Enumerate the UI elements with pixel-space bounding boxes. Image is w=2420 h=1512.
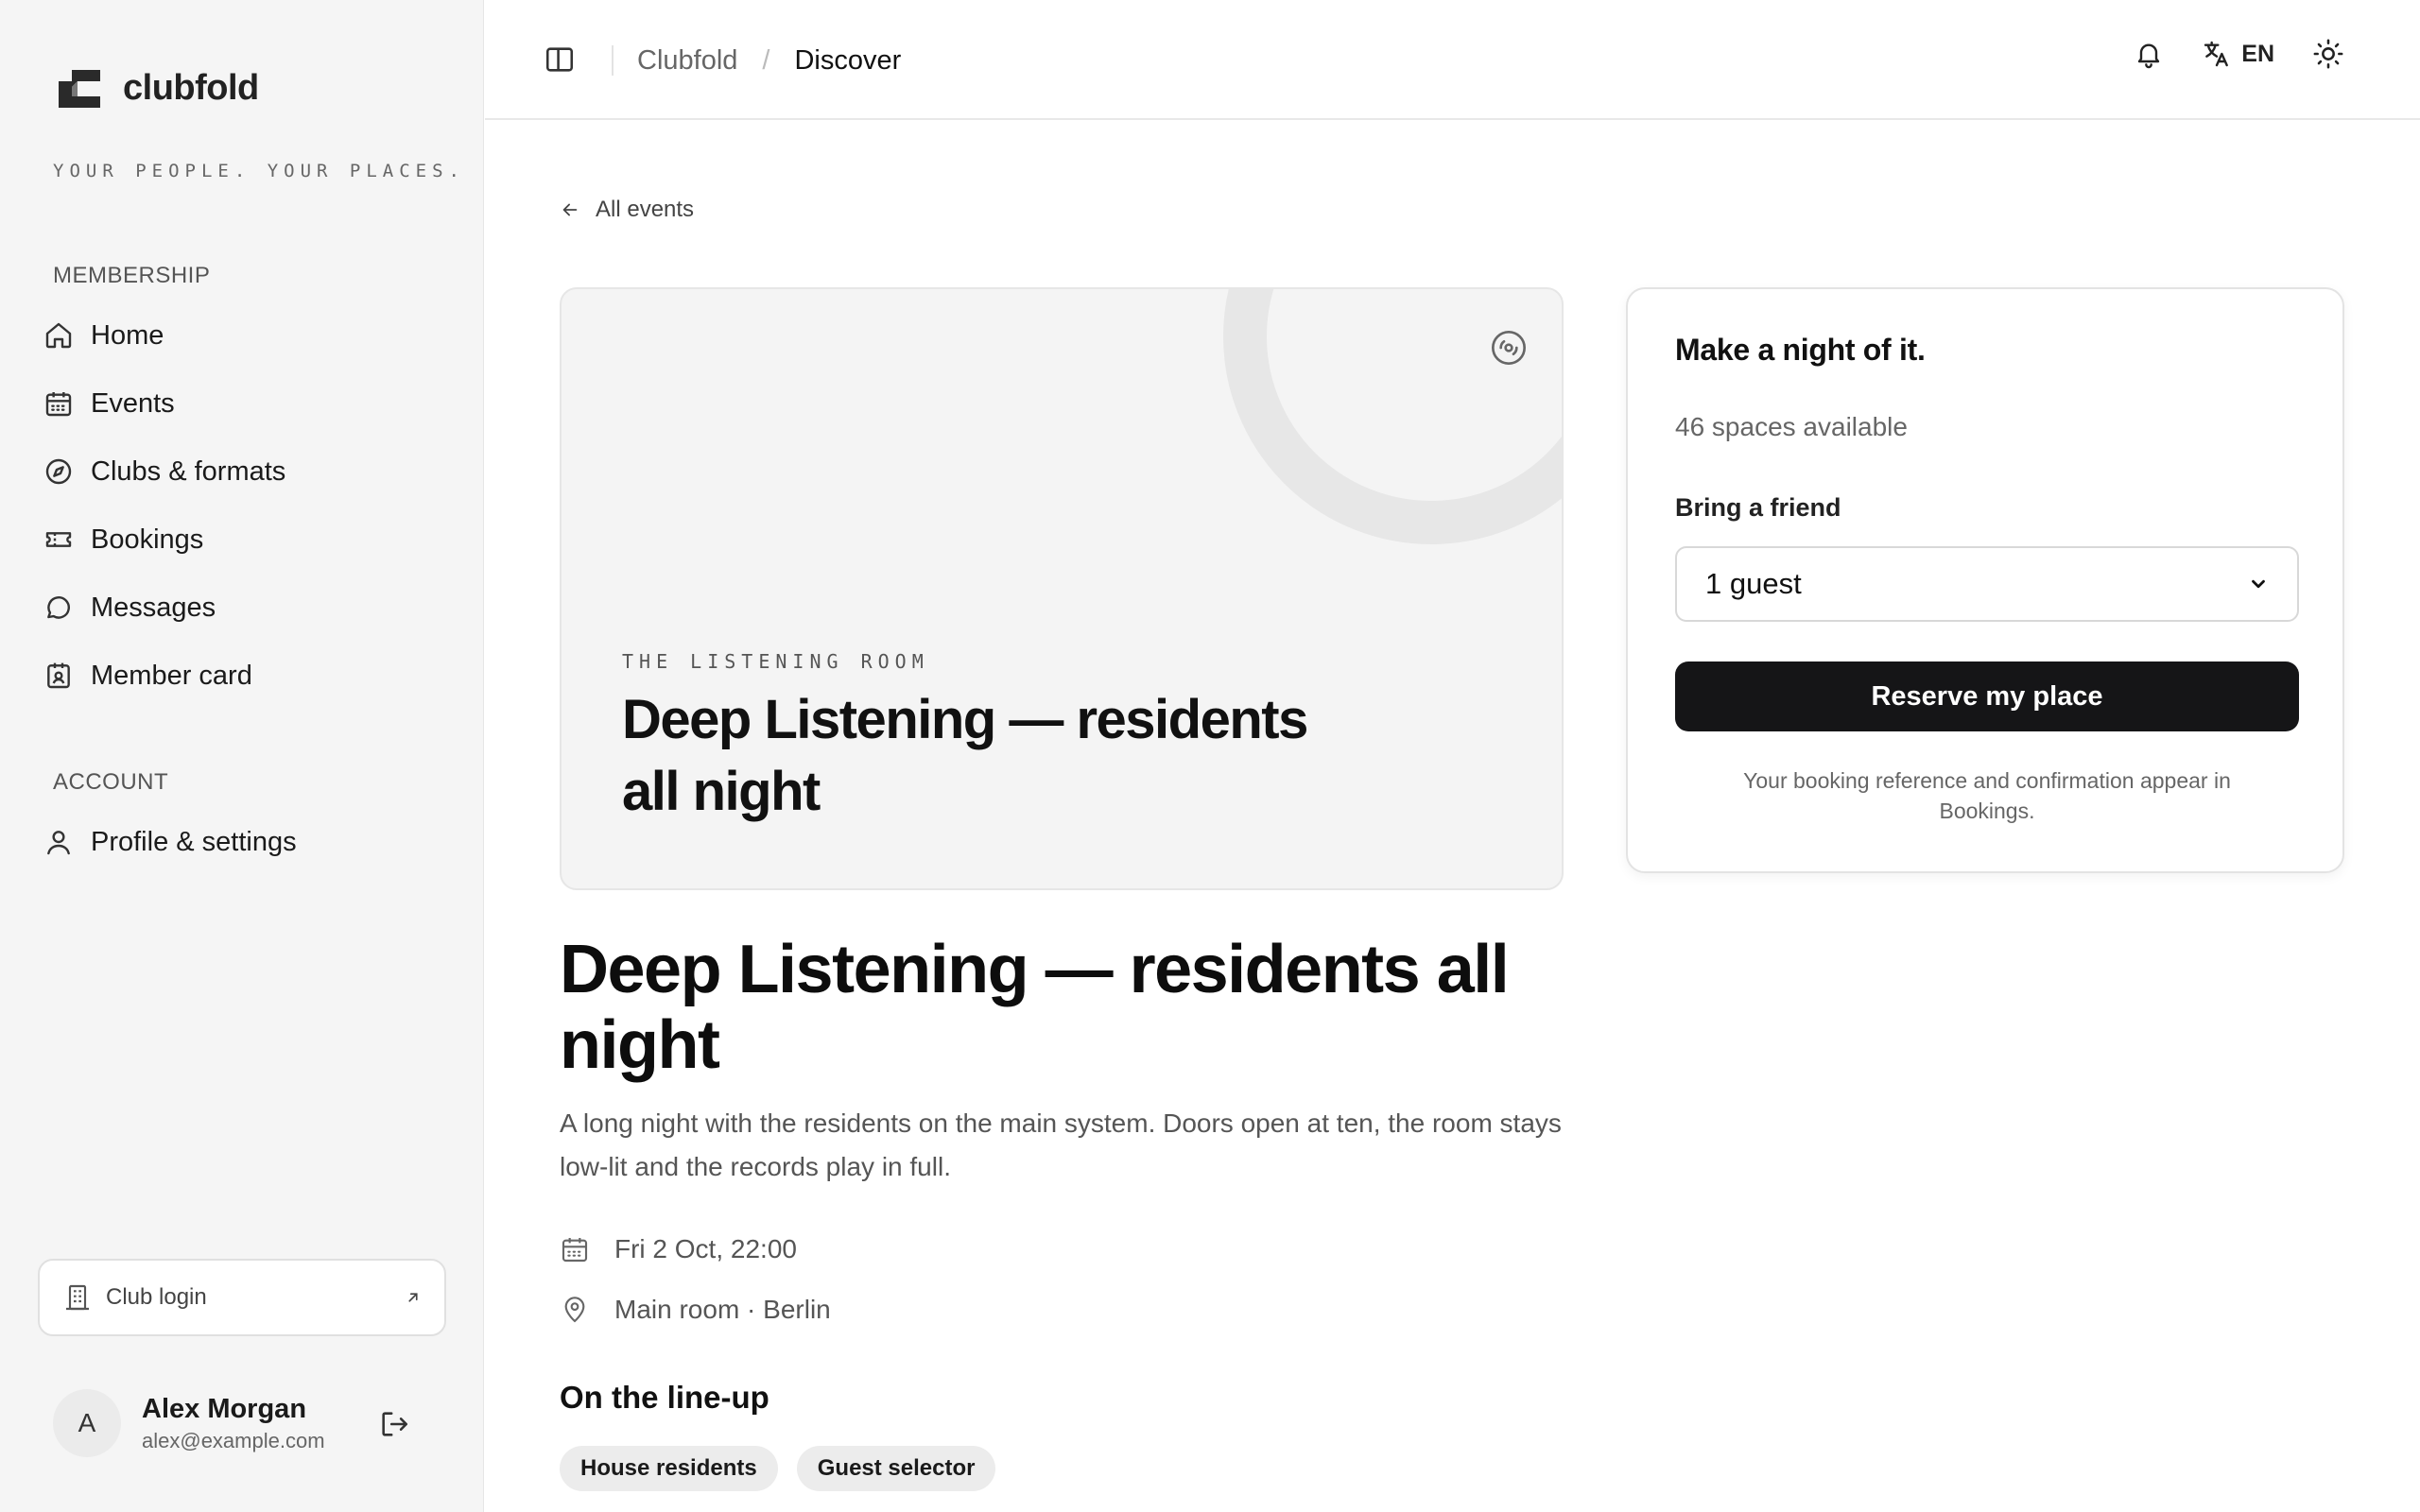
hero-title: Deep Listening — residents all night	[622, 689, 1308, 822]
notifications-button[interactable]	[2134, 39, 2164, 69]
booking-title: Make a night of it.	[1675, 333, 1926, 367]
sidebar-item-label: Member card	[91, 660, 252, 691]
breadcrumb-clubfold[interactable]: Clubfold	[637, 45, 737, 77]
topbar-divider	[612, 45, 614, 76]
club-login-label: Club login	[106, 1284, 207, 1310]
sun-icon	[2312, 38, 2344, 70]
event-hero: THE LISTENING ROOM Deep Listening — resi…	[560, 287, 1564, 890]
sidebar-item-profile[interactable]: Profile & settings	[43, 816, 297, 868]
sidebar-item-clubs[interactable]: Clubs & formats	[43, 446, 285, 497]
event-datetime: Fri 2 Oct, 22:00	[560, 1234, 797, 1264]
brand-name: clubfold	[123, 68, 259, 108]
calendar-icon	[560, 1234, 590, 1264]
clubfold-logo-icon	[59, 69, 100, 108]
id-card-icon	[43, 661, 74, 691]
guest-select-value: 1 guest	[1705, 567, 1802, 600]
breadcrumb-separator: /	[762, 45, 770, 76]
sidebar-item-label: Messages	[91, 592, 216, 623]
map-pin-icon	[560, 1295, 590, 1325]
lineup-chip: House residents	[560, 1446, 778, 1491]
logout-icon	[378, 1408, 410, 1440]
spaces-available: 46 spaces available	[1675, 412, 1908, 441]
topbar-actions: EN	[2134, 38, 2344, 70]
user-email: alex@example.com	[142, 1428, 325, 1452]
breadcrumb: Clubfold / Discover	[637, 45, 901, 77]
event-description: A long night with the residents on the m…	[560, 1108, 1562, 1181]
section-label-account: ACCOUNT	[53, 769, 169, 795]
sidebar-item-member-card[interactable]: Member card	[43, 650, 252, 701]
disc-icon	[1490, 329, 1528, 367]
back-to-events-link[interactable]: All events	[560, 197, 694, 223]
event-location: Main room · Berlin	[560, 1295, 831, 1325]
chevron-down-icon	[2248, 574, 2269, 594]
theme-toggle-button[interactable]	[2312, 38, 2344, 70]
event-location-text: Main room · Berlin	[614, 1295, 831, 1324]
sidebar-item-messages[interactable]: Messages	[43, 582, 216, 633]
lineup-list: House residents Guest selector	[560, 1446, 996, 1491]
language-label: EN	[2241, 40, 2274, 67]
booking-card: Make a night of it. 46 spaces available …	[1626, 287, 2344, 873]
back-label: All events	[596, 197, 695, 222]
booking-note: Your booking reference and confirmation …	[1743, 768, 2231, 823]
club-login-button[interactable]: Club login	[38, 1259, 446, 1336]
bell-icon	[2134, 39, 2164, 69]
logout-button[interactable]	[378, 1408, 410, 1440]
sidebar-item-label: Events	[91, 387, 175, 419]
user-profile[interactable]: A Alex Morgan alex@example.com	[53, 1389, 325, 1457]
sidebar-item-home[interactable]: Home	[43, 310, 164, 361]
sidebar-toggle-button[interactable]	[544, 43, 576, 76]
calendar-icon	[43, 388, 74, 419]
sidebar-item-label: Clubs & formats	[91, 455, 286, 487]
sidebar-item-bookings[interactable]: Bookings	[43, 514, 203, 565]
hero-kicker: THE LISTENING ROOM	[622, 650, 929, 673]
brand-tagline: YOUR PEOPLE. YOUR PLACES.	[53, 161, 465, 181]
external-arrow-icon	[405, 1289, 422, 1306]
user-name: Alex Morgan	[142, 1393, 307, 1424]
compass-icon	[43, 456, 74, 487]
topbar: Clubfold / Discover EN	[485, 0, 2420, 120]
sidebar-item-label: Home	[91, 319, 164, 351]
bring-friend-label: Bring a friend	[1675, 493, 1841, 522]
message-icon	[43, 593, 74, 623]
sidebar: clubfold YOUR PEOPLE. YOUR PLACES. MEMBE…	[0, 0, 484, 1512]
brand-logo[interactable]: clubfold	[59, 68, 259, 109]
sidebar-item-events[interactable]: Events	[43, 378, 175, 429]
lineup-heading: On the line-up	[560, 1380, 769, 1415]
reserve-button[interactable]: Reserve my place	[1675, 662, 2299, 731]
panel-toggle-icon	[544, 43, 576, 76]
section-label-membership: MEMBERSHIP	[53, 263, 211, 288]
building-icon	[62, 1282, 93, 1313]
translate-icon	[2202, 39, 2232, 69]
user-icon	[43, 827, 74, 857]
decorative-ring	[1223, 289, 1562, 544]
lineup-chip: Guest selector	[796, 1446, 996, 1491]
event-datetime-text: Fri 2 Oct, 22:00	[614, 1234, 797, 1263]
avatar: A	[53, 1389, 121, 1457]
page-title: Deep Listening — residents all night	[560, 932, 1510, 1083]
language-switcher[interactable]: EN	[2202, 39, 2274, 69]
guest-select[interactable]: 1 guest	[1675, 546, 2299, 622]
arrow-left-icon	[560, 199, 580, 220]
sidebar-item-label: Profile & settings	[91, 826, 297, 857]
breadcrumb-current: Discover	[794, 45, 902, 76]
ticket-icon	[43, 524, 74, 555]
home-icon	[43, 320, 74, 351]
sidebar-item-label: Bookings	[91, 524, 204, 555]
